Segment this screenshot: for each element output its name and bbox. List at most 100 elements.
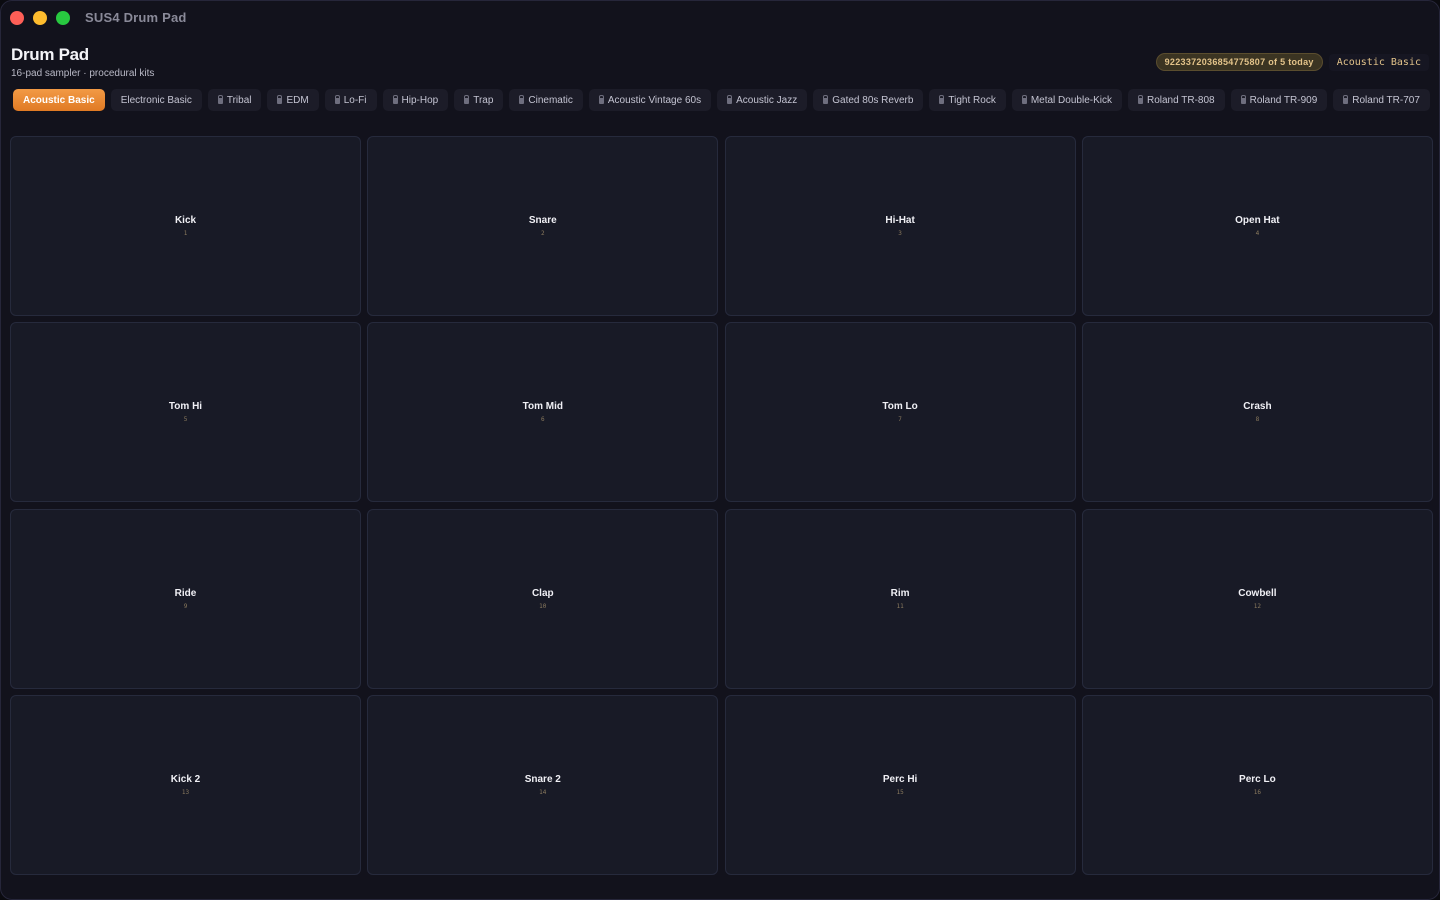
drum-pad[interactable]: Ride 9 [10, 508, 361, 689]
drum-pad[interactable]: Tom Hi 5 [10, 322, 361, 503]
lock-icon [464, 95, 470, 104]
pad-number: 1 [183, 230, 188, 237]
pad-name: Ride [174, 587, 197, 599]
pad-number: 12 [1253, 602, 1261, 610]
maximize-window-button[interactable] [56, 10, 70, 25]
kit-chip[interactable]: Hip-Hop [382, 89, 449, 111]
pad-number: 10 [539, 602, 547, 610]
kit-chip[interactable]: Roland TR-909 [1230, 89, 1328, 111]
kit-selector: Acoustic Basic Electronic Basic Tribal EDM L… [13, 89, 1431, 111]
lock-icon [334, 95, 340, 104]
lock-icon [1021, 95, 1027, 104]
pad-name: Kick [174, 215, 197, 226]
drum-pad[interactable]: Crash 8 [1081, 322, 1433, 503]
pad-number: 8 [1255, 416, 1260, 424]
kit-chip-label: Lo-Fi [343, 94, 367, 106]
kit-chip-label: Cinematic [528, 94, 573, 106]
kit-chip[interactable]: Roland TR-707 [1333, 89, 1430, 111]
kit-chip-label: Hip-Hop [401, 94, 439, 106]
kit-chip-label: Gated 80s Reverb [832, 94, 914, 106]
pad-name: Tom Hi [168, 401, 203, 413]
drum-pad[interactable]: Cowbell 12 [1081, 508, 1433, 689]
pad-number: 16 [1253, 788, 1261, 796]
kit-chip-label: Roland TR-909 [1249, 94, 1318, 106]
kit-chip[interactable]: Lo-Fi [324, 89, 377, 111]
lock-icon [519, 95, 525, 104]
drum-pad[interactable]: Perc Hi 15 [724, 694, 1076, 875]
pad-number: 4 [1255, 230, 1260, 237]
pad-name: Kick 2 [170, 773, 201, 785]
kit-chip[interactable]: Metal Double-Kick [1011, 89, 1122, 111]
drum-pad[interactable]: Tom Lo 7 [724, 322, 1076, 503]
drum-pad[interactable]: Clap 10 [367, 508, 719, 689]
kit-chip[interactable]: Gated 80s Reverb [813, 89, 924, 111]
header-status: 9223372036854775807 of 5 today Acoustic … [1155, 53, 1429, 71]
lock-icon [727, 95, 733, 104]
app-window: SUS4 Drum Pad Drum Pad 16-pad sampler · … [0, 0, 1440, 900]
lock-icon [392, 95, 398, 104]
pad-number: 2 [540, 230, 545, 237]
pad-name: Hi-Hat [885, 215, 915, 226]
kit-chip-label: Tribal [226, 94, 252, 106]
pad-number: 3 [898, 230, 902, 237]
lock-icon [1240, 95, 1246, 104]
drum-pad[interactable]: Hi-Hat 3 [724, 136, 1076, 316]
page-title: Drum Pad [11, 45, 89, 64]
pad-number: 6 [540, 416, 545, 424]
pad-name: Clap [531, 587, 554, 599]
kit-chip-label: Acoustic Basic [23, 94, 95, 106]
lock-icon [1137, 95, 1143, 104]
title-bar: SUS4 Drum Pad [1, 1, 1439, 34]
kit-chip[interactable]: Acoustic Basic [13, 89, 105, 111]
pad-number: 7 [898, 416, 902, 424]
pad-name: Crash [1243, 401, 1272, 413]
kit-chip-label: Roland TR-808 [1146, 94, 1215, 106]
kit-chip[interactable]: Tight Rock [929, 89, 1006, 111]
kit-chip[interactable]: Electronic Basic [110, 89, 202, 111]
pad-name: Snare [528, 215, 557, 226]
kit-chip[interactable]: Acoustic Jazz [717, 89, 808, 111]
pad-number: 11 [896, 602, 904, 610]
pad-name: Tom Lo [882, 401, 918, 413]
pad-name: Open Hat [1235, 215, 1280, 226]
kit-chip-label: Electronic Basic [120, 94, 192, 106]
pad-name: Tom Mid [522, 401, 563, 413]
pad-number: 14 [539, 788, 547, 796]
lock-icon [939, 95, 945, 104]
kit-chip-label: Acoustic Vintage 60s [607, 94, 702, 106]
pad-name: Snare 2 [524, 773, 561, 785]
kit-chip-label: Tight Rock [948, 94, 996, 106]
kit-chip-label: Trap [473, 94, 494, 106]
drum-pad[interactable]: Snare 2 [367, 136, 719, 316]
usage-badge: 9223372036854775807 of 5 today [1155, 53, 1323, 71]
pad-number: 15 [896, 788, 904, 796]
kit-chip-label: EDM [286, 94, 309, 106]
drum-pad[interactable]: Perc Lo 16 [1081, 694, 1433, 875]
kit-chip[interactable]: Roland TR-808 [1127, 89, 1225, 111]
app-header: Drum Pad 16-pad sampler · procedural kit… [11, 45, 154, 79]
drum-pad[interactable]: Open Hat 4 [1081, 136, 1433, 316]
page-subtitle: 16-pad sampler · procedural kits [11, 68, 155, 79]
kit-chip[interactable]: Cinematic [509, 89, 583, 111]
kit-chip[interactable]: Trap [454, 89, 504, 111]
lock-icon [823, 95, 829, 104]
kit-chip-label: Roland TR-707 [1352, 94, 1420, 106]
pad-name: Rim [890, 587, 910, 599]
drum-pad[interactable]: Kick 1 [10, 136, 361, 316]
drum-pad[interactable]: Tom Mid 6 [367, 322, 719, 503]
close-window-button[interactable] [10, 10, 24, 25]
window-title: SUS4 Drum Pad [85, 10, 187, 25]
kit-chip[interactable]: EDM [267, 89, 319, 111]
lock-icon [598, 95, 604, 104]
kit-chip-label: Acoustic Jazz [736, 94, 798, 106]
kit-chip[interactable]: Tribal [207, 89, 262, 111]
lock-icon [277, 95, 283, 104]
drum-pad[interactable]: Kick 2 13 [10, 694, 361, 875]
lock-icon [217, 95, 223, 104]
drum-pad[interactable]: Rim 11 [724, 508, 1076, 689]
kit-chip-label: Metal Double-Kick [1030, 94, 1112, 106]
pad-number: 13 [181, 788, 190, 796]
kit-chip[interactable]: Acoustic Vintage 60s [588, 89, 712, 111]
drum-pad[interactable]: Snare 2 14 [367, 694, 719, 875]
minimize-window-button[interactable] [33, 10, 47, 25]
